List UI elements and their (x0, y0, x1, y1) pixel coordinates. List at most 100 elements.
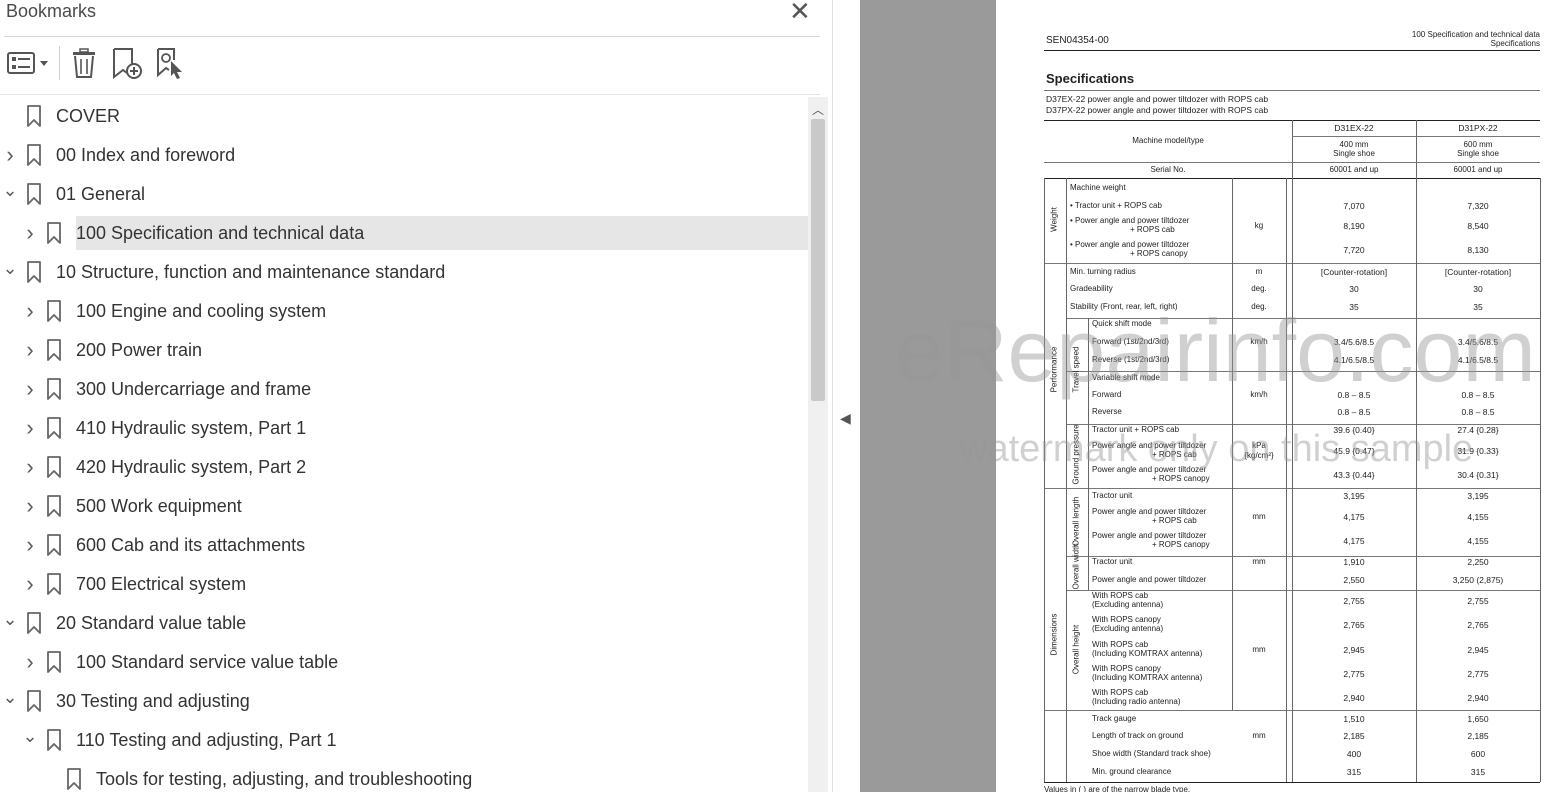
delete-bookmark-button[interactable] (68, 46, 100, 80)
bookmark-label: 500 Work equipment (76, 496, 242, 516)
bookmark-item[interactable]: ⌄ 110 Testing and adjusting, Part 1 (0, 722, 808, 758)
row-label: • Power angle and power tiltdozer (1070, 240, 1190, 249)
bookmark-item[interactable]: › 410 Hydraulic system, Part 1 (0, 410, 808, 446)
collapse-chevron-icon[interactable]: ⌄ (20, 722, 40, 758)
bookmark-scrollbar[interactable]: ︿ (808, 97, 828, 792)
row-label: + ROPS cab (1152, 516, 1197, 525)
panel-splitter[interactable] (832, 0, 861, 792)
row-label: Min. ground clearance (1092, 767, 1172, 776)
bookmark-item[interactable]: ⌄ 20 Standard value table (0, 605, 808, 641)
doc-text: 60001 and up (1453, 165, 1503, 174)
close-panel-button[interactable]: ✕ (789, 0, 811, 24)
bookmark-icon (27, 144, 41, 166)
row-value: 0.8 – 8.5 (1461, 407, 1495, 417)
row-value: 600 (1470, 749, 1486, 759)
row-value: 2,945 (1343, 645, 1365, 655)
collapse-chevron-icon[interactable]: ⌄ (0, 605, 20, 641)
collapse-chevron-icon[interactable]: ⌄ (0, 683, 20, 719)
row-label: Forward (1st/2nd/3rd) (1092, 337, 1169, 346)
options-menu-button[interactable] (6, 46, 50, 80)
bookmark-item[interactable]: › 200 Power train (0, 332, 808, 368)
row-label: With ROPS canopy (1092, 664, 1161, 673)
row-value: 4,175 (1343, 536, 1365, 546)
table-header: D31EX-22 (1334, 123, 1374, 133)
expand-chevron-icon[interactable]: › (20, 566, 40, 602)
expand-chevron-icon[interactable]: › (20, 215, 40, 251)
row-label: Reverse (1st/2nd/3rd) (1092, 355, 1170, 364)
row-value: 35 (1473, 302, 1483, 312)
bookmark-icon (47, 300, 61, 322)
row-value: 2,765 (1343, 620, 1365, 630)
row-label: Min. turning radius (1070, 267, 1136, 276)
bookmarks-panel: Bookmarks ✕ COVER › 00 Index and forewor… (0, 0, 832, 792)
row-value: 30 (1473, 284, 1483, 294)
row-label: Reverse (1092, 407, 1122, 416)
expand-chevron-icon[interactable]: › (20, 488, 40, 524)
bookmark-item[interactable]: ⌄ 10 Structure, function and maintenance … (0, 254, 808, 290)
row-label: (Including radio antenna) (1092, 697, 1181, 706)
table-rule (1540, 178, 1541, 782)
row-value: 27.4 {0.28} (1457, 425, 1499, 435)
expand-chevron-icon[interactable]: › (20, 644, 40, 680)
bookmark-item[interactable]: ⌄ 01 General (0, 176, 808, 212)
row-value: 1,910 (1343, 557, 1365, 567)
row-value: [Counter-rotation] (1444, 267, 1512, 277)
row-label: With ROPS cab (1092, 640, 1149, 649)
bookmark-item[interactable]: › 100 Engine and cooling system (0, 293, 808, 329)
bookmark-item[interactable]: › 600 Cab and its attachments (0, 527, 808, 563)
bookmark-item[interactable]: ⌄ 30 Testing and adjusting (0, 683, 808, 719)
bookmark-item[interactable]: › 700 Electrical system (0, 566, 808, 602)
row-value: 7,320 (1467, 201, 1489, 211)
row-label: Power angle and power tiltdozer (1092, 465, 1207, 474)
scroll-up-button[interactable]: ︿ (808, 101, 828, 118)
bookmark-item[interactable]: › 420 Hydraulic system, Part 2 (0, 449, 808, 485)
row-unit: km/h (1250, 337, 1268, 346)
table-header: D31PX-22 (1458, 123, 1498, 133)
row-label: Track gauge (1092, 714, 1137, 723)
row-label: Tractor unit (1092, 557, 1133, 566)
bookmark-item[interactable]: › 100 Specification and technical data (0, 215, 808, 251)
bookmark-item[interactable]: › 00 Index and foreword (0, 137, 808, 173)
expand-chevron-icon[interactable]: › (20, 293, 40, 329)
expand-chevron-icon[interactable]: › (20, 332, 40, 368)
bookmark-item[interactable]: Tools for testing, adjusting, and troubl… (0, 761, 808, 792)
expand-chevron-icon[interactable]: › (0, 137, 20, 173)
row-value: 2,765 (1467, 620, 1489, 630)
bookmark-label: 00 Index and foreword (56, 145, 236, 165)
row-value: 3,195 (1343, 491, 1365, 501)
doc-subtitle: D37PX-22 power angle and power tiltdozer… (1046, 105, 1269, 115)
row-unit: mm (1252, 512, 1266, 521)
row-value: 8,190 (1343, 221, 1365, 231)
bookmark-label: 20 Standard value table (56, 613, 247, 633)
bookmark-label: Tools for testing, adjusting, and troubl… (96, 769, 473, 789)
bookmark-item[interactable]: COVER (0, 98, 808, 134)
bookmark-item[interactable]: › 500 Work equipment (0, 488, 808, 524)
expand-chevron-icon[interactable]: › (20, 371, 40, 407)
collapse-chevron-icon[interactable]: ⌄ (0, 176, 20, 212)
bookmark-icon (27, 105, 41, 127)
collapse-panel-arrow-icon[interactable]: ◀ (840, 410, 851, 427)
row-value: 35 (1349, 302, 1359, 312)
row-value: 2,940 (1343, 693, 1365, 703)
scrollbar-thumb[interactable] (811, 119, 825, 401)
doc-text: Single shoe (1457, 149, 1499, 158)
expand-chevron-icon[interactable]: › (20, 449, 40, 485)
doc-number: SEN04354-00 (1046, 35, 1109, 46)
running-header: Specifications (1490, 39, 1540, 48)
collapse-chevron-icon[interactable]: ⌄ (0, 254, 20, 290)
bookmark-item[interactable]: › 300 Undercarriage and frame (0, 371, 808, 407)
row-value: 2,945 (1467, 645, 1489, 655)
document-viewer[interactable]: SEN04354-00 100 Specification and technic… (860, 0, 1568, 792)
row-value: 8,130 (1467, 245, 1489, 255)
row-value: 39.6 {0.40} (1333, 425, 1375, 435)
table-rule (1066, 178, 1067, 782)
bookmark-item[interactable]: › 100 Standard service value table (0, 644, 808, 680)
row-value: 30.4 {0.31} (1457, 470, 1499, 480)
new-bookmark-from-structure-button[interactable] (154, 46, 188, 80)
expand-chevron-icon[interactable]: › (20, 527, 40, 563)
table-rule (1286, 178, 1287, 782)
bookmark-label: 110 Testing and adjusting, Part 1 (76, 730, 337, 750)
new-bookmark-button[interactable] (110, 46, 144, 80)
row-label: With ROPS cab (1092, 591, 1149, 600)
expand-chevron-icon[interactable]: › (20, 410, 40, 446)
